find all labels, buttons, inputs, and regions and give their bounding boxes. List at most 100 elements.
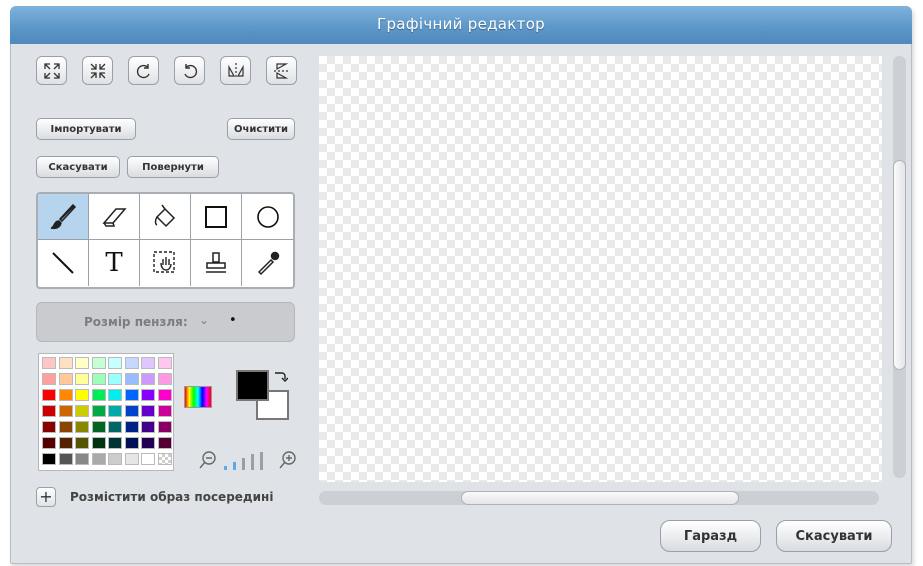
tool-line[interactable]	[38, 240, 89, 286]
color-swatch[interactable]	[91, 357, 106, 369]
color-swatch[interactable]	[141, 421, 155, 433]
color-swatch[interactable]	[75, 373, 89, 385]
color-swatch[interactable]	[108, 373, 122, 385]
color-swatch[interactable]	[157, 453, 172, 465]
flip-horizontal-button[interactable]	[220, 56, 251, 85]
color-swatch[interactable]	[108, 357, 122, 369]
horizontal-scrollbar[interactable]	[319, 491, 879, 505]
color-swatch[interactable]	[75, 405, 89, 417]
redo-button[interactable]: Повернути	[127, 156, 219, 178]
foreground-color-swatch[interactable]	[236, 370, 269, 401]
color-swatch[interactable]	[141, 405, 155, 417]
color-swatch[interactable]	[124, 421, 139, 433]
color-swatch[interactable]	[91, 405, 106, 417]
color-swatch[interactable]	[124, 357, 139, 369]
color-swatch[interactable]	[91, 437, 106, 449]
rotate-right-button[interactable]	[174, 56, 205, 85]
color-swatch[interactable]	[141, 373, 155, 385]
swap-colors-icon[interactable]	[272, 368, 288, 384]
color-swatch[interactable]	[75, 357, 89, 369]
tool-eyedropper[interactable]	[242, 240, 293, 286]
cancel-button[interactable]: Скасувати	[776, 520, 892, 552]
expand-button[interactable]	[36, 56, 67, 85]
color-swatch[interactable]	[58, 405, 73, 417]
chevron-down-icon[interactable]: ⌄	[199, 313, 209, 327]
color-swatch[interactable]	[157, 357, 172, 369]
ok-button[interactable]: Гаразд	[660, 520, 761, 552]
color-swatch[interactable]	[124, 437, 139, 449]
color-swatch[interactable]	[157, 421, 172, 433]
tool-paintbrush[interactable]	[38, 194, 89, 240]
color-swatch[interactable]	[124, 405, 139, 417]
color-swatch[interactable]	[91, 421, 106, 433]
color-swatch[interactable]	[42, 405, 56, 417]
zoom-level-bars[interactable]	[224, 452, 270, 470]
center-image-label: Розмістити образ посередині	[70, 490, 274, 504]
clear-button[interactable]: Очистити	[227, 118, 295, 140]
tool-fill[interactable]	[140, 194, 191, 240]
center-image-button[interactable]: +	[36, 487, 56, 507]
color-swatch[interactable]	[75, 389, 89, 401]
brush-size-control[interactable]: Розмір пензля: ⌄ •	[36, 302, 295, 342]
color-swatch[interactable]	[157, 437, 172, 449]
color-swatch[interactable]	[42, 437, 56, 449]
color-swatch[interactable]	[75, 421, 89, 433]
undo-button[interactable]: Скасувати	[36, 156, 120, 178]
color-swatch[interactable]	[58, 357, 73, 369]
rotate-left-button[interactable]	[128, 56, 159, 85]
vertical-scrollbar-thumb[interactable]	[893, 160, 906, 370]
color-swatch[interactable]	[108, 389, 122, 401]
color-swatch[interactable]	[141, 453, 155, 465]
zoom-out-icon[interactable]	[198, 450, 218, 470]
color-swatch[interactable]	[141, 437, 155, 449]
tool-eraser[interactable]	[89, 194, 140, 240]
color-swatch[interactable]	[58, 389, 73, 401]
drawing-canvas[interactable]	[319, 56, 882, 482]
tool-text[interactable]: T	[89, 240, 140, 286]
color-swatch[interactable]	[157, 405, 172, 417]
text-icon: T	[105, 248, 123, 278]
shrink-button[interactable]	[82, 56, 113, 85]
tool-rectangle[interactable]	[191, 194, 242, 240]
color-swatch[interactable]	[108, 405, 122, 417]
color-swatch[interactable]	[42, 421, 56, 433]
color-swatch[interactable]	[91, 453, 106, 465]
color-swatch[interactable]	[157, 389, 172, 401]
color-picker-icon[interactable]	[184, 386, 212, 408]
title-bar[interactable]: Графічний редактор	[10, 6, 912, 44]
color-swatch[interactable]	[42, 453, 56, 465]
color-swatch[interactable]	[42, 357, 56, 369]
flip-vertical-button[interactable]	[266, 56, 297, 85]
color-swatch[interactable]	[75, 453, 89, 465]
color-swatch[interactable]	[108, 453, 122, 465]
color-swatch[interactable]	[42, 373, 56, 385]
color-swatch[interactable]	[141, 357, 155, 369]
color-swatch[interactable]	[124, 389, 139, 401]
import-button[interactable]: Імпортувати	[36, 118, 136, 140]
color-swatch[interactable]	[141, 389, 155, 401]
color-swatch[interactable]	[108, 437, 122, 449]
rotate-left-icon	[136, 63, 150, 78]
tool-ellipse[interactable]	[242, 194, 293, 240]
color-swatch[interactable]	[157, 373, 172, 385]
color-swatch[interactable]	[58, 373, 73, 385]
ellipse-icon	[256, 205, 279, 228]
color-swatch[interactable]	[91, 389, 106, 401]
color-swatch[interactable]	[42, 389, 56, 401]
color-swatch[interactable]	[124, 453, 139, 465]
color-swatch[interactable]	[58, 421, 73, 433]
color-swatch[interactable]	[124, 373, 139, 385]
line-icon	[52, 252, 74, 274]
vertical-scrollbar[interactable]	[893, 56, 906, 478]
color-swatch[interactable]	[91, 373, 106, 385]
color-swatch[interactable]	[58, 437, 73, 449]
zoom-in-icon[interactable]	[278, 450, 298, 470]
color-swatch[interactable]	[75, 437, 89, 449]
color-swatch[interactable]	[108, 421, 122, 433]
select-icon	[153, 251, 175, 273]
color-swatch[interactable]	[58, 453, 73, 465]
horizontal-scrollbar-thumb[interactable]	[461, 491, 739, 505]
tool-stamp[interactable]	[191, 240, 242, 286]
tool-select[interactable]	[140, 240, 191, 286]
shrink-icon	[90, 63, 105, 78]
